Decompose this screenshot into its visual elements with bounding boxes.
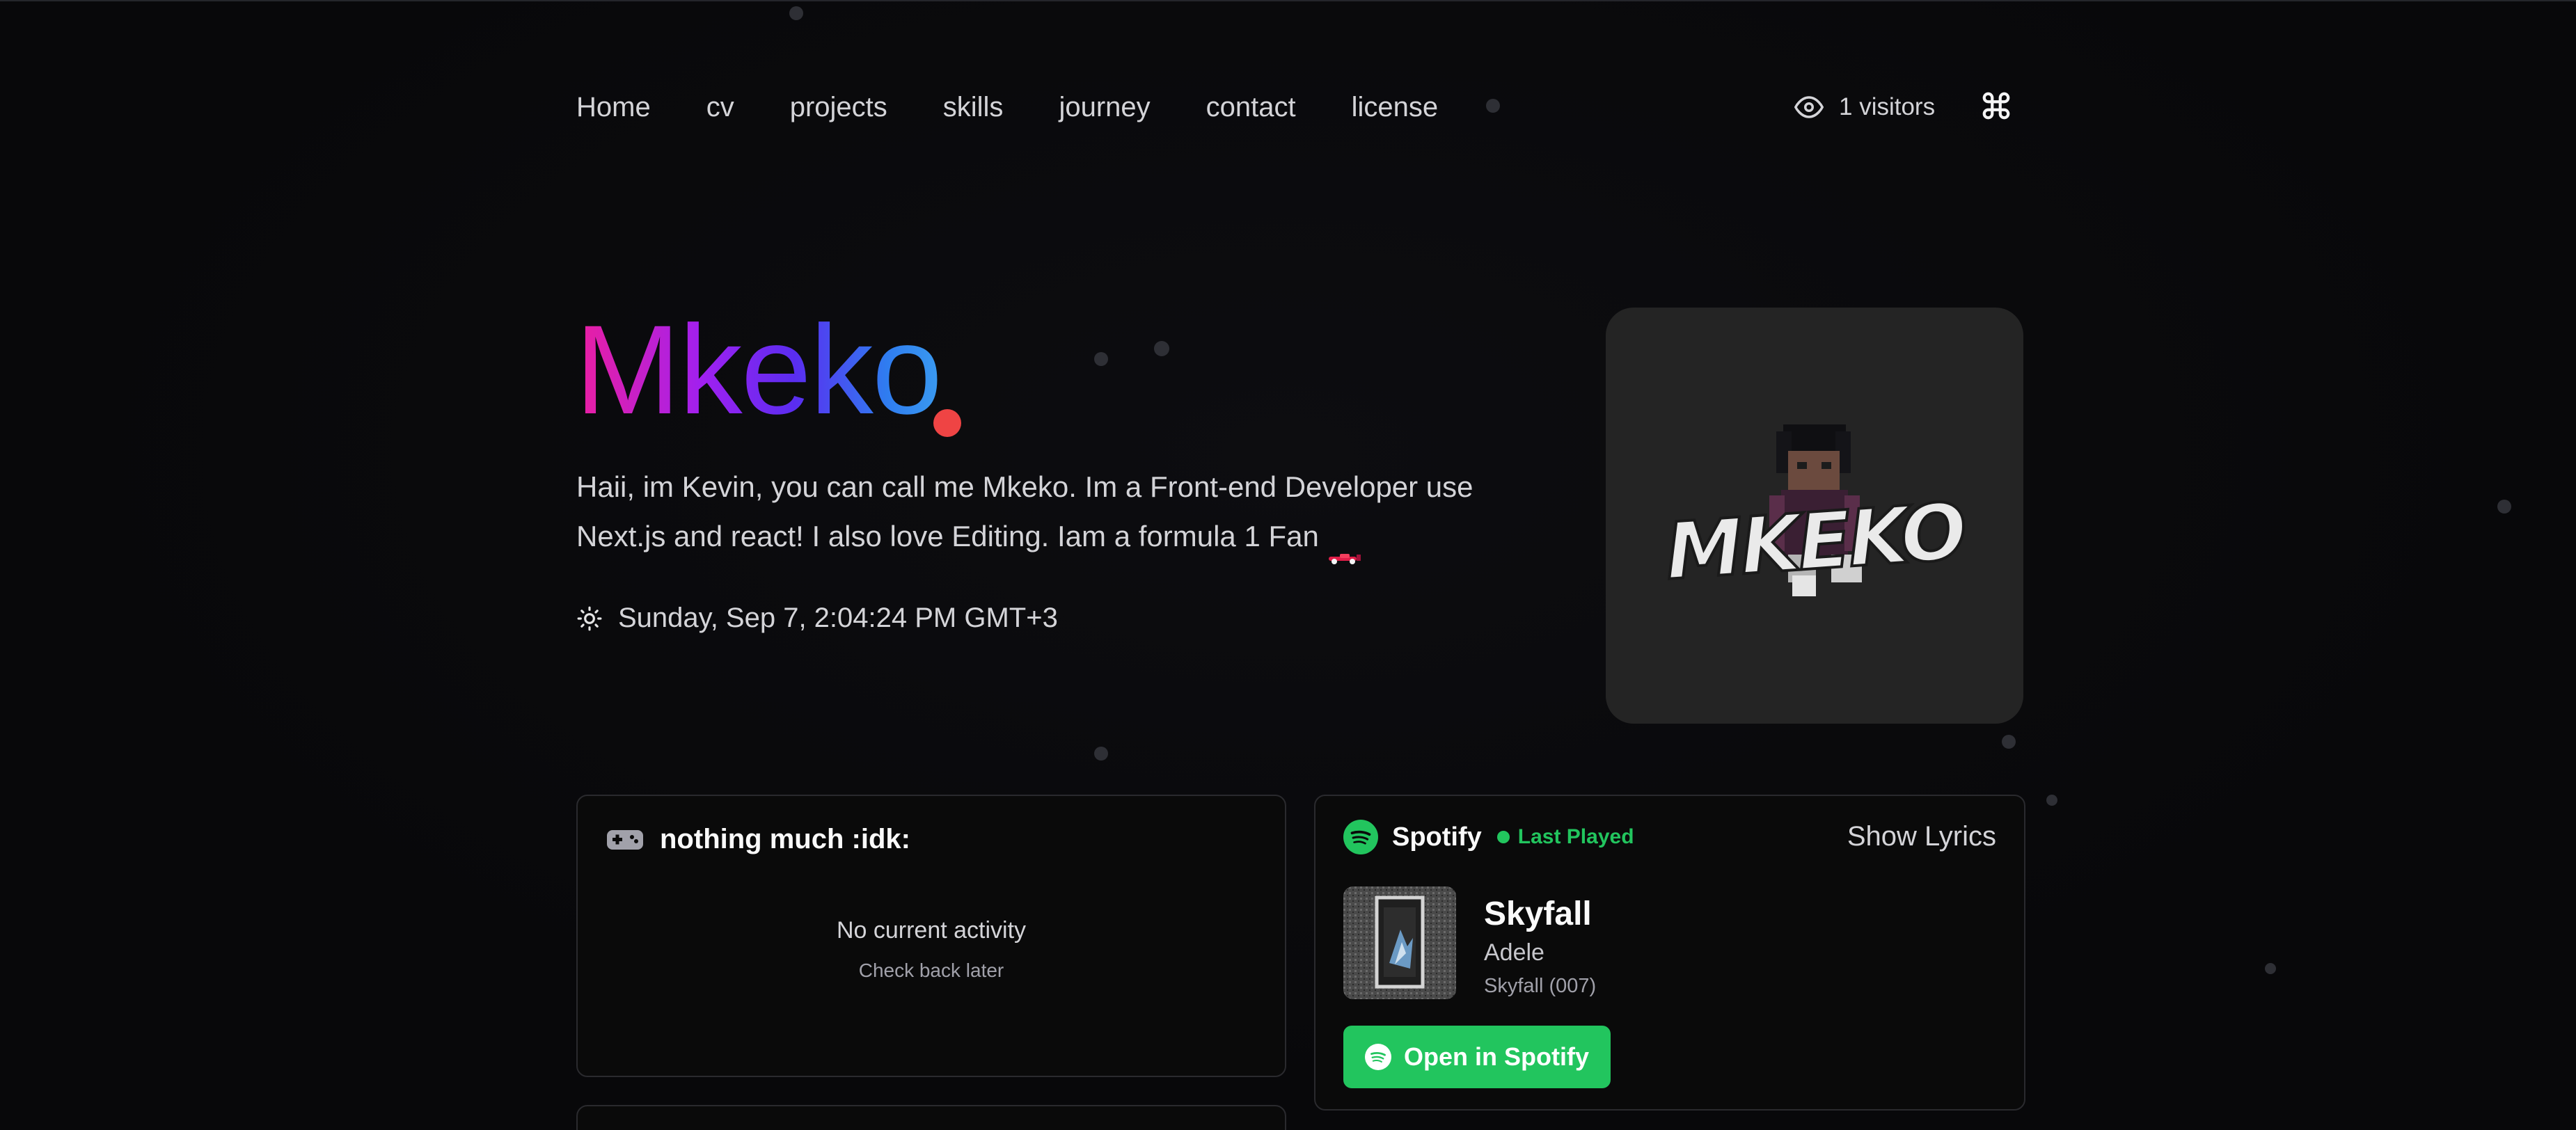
activity-empty-title: No current activity xyxy=(836,917,1027,944)
track-info: Skyfall Adele Skyfall (007) xyxy=(1484,895,1596,998)
spotify-header: Spotify Last Played xyxy=(1343,820,1634,854)
open-in-spotify-button[interactable]: Open in Spotify xyxy=(1343,1026,1611,1088)
nav-cv[interactable]: cv xyxy=(706,92,734,123)
command-menu-button[interactable] xyxy=(1975,83,2017,128)
racing-car-icon xyxy=(1326,530,1362,564)
avatar: MKEKO xyxy=(1606,308,2023,724)
album-name: Skyfall (007) xyxy=(1484,975,1597,997)
nav-journey[interactable]: journey xyxy=(1059,92,1150,123)
artist-name: Adele xyxy=(1484,939,1544,966)
spotify-status-badge: Last Played xyxy=(1517,825,1634,848)
background-dot xyxy=(789,6,803,20)
open-in-spotify-label: Open in Spotify xyxy=(1404,1042,1589,1071)
spotify-label: Spotify xyxy=(1392,822,1482,852)
album-art-image xyxy=(1343,886,1456,999)
spotify-icon xyxy=(1365,1044,1391,1070)
nav-license[interactable]: license xyxy=(1352,92,1439,123)
background-dot xyxy=(2265,963,2276,974)
svg-text:MKEKO: MKEKO xyxy=(1663,486,1968,598)
spotify-icon xyxy=(1343,820,1378,854)
background-dot xyxy=(2497,500,2511,514)
spotify-card: Spotify Last Played Show Lyrics Skyfall … xyxy=(1314,795,2025,1111)
nav-projects[interactable]: projects xyxy=(790,92,887,123)
sun-icon xyxy=(577,606,602,630)
nav-contact[interactable]: contact xyxy=(1206,92,1296,123)
command-icon xyxy=(1982,92,2010,120)
background-dot xyxy=(1486,99,1500,113)
activity-card: nothing much :idk: No current activity C… xyxy=(576,795,1286,1077)
background-dot xyxy=(1154,341,1169,356)
album-cover xyxy=(1343,886,1456,999)
background-dot xyxy=(1094,352,1108,366)
avatar-logo-image: MKEKO xyxy=(1661,424,1969,599)
activity-empty-subtitle: Check back later xyxy=(858,960,1004,981)
top-border xyxy=(0,0,2576,1)
datetime-label: Sunday, Sep 7, 2:04:24 PM GMT+3 xyxy=(618,603,1058,633)
eye-icon xyxy=(1794,96,1824,118)
main-nav: Home cv projects skills journey contact … xyxy=(576,86,1438,128)
status-dot xyxy=(1496,831,1510,843)
bio-text: Haii, im Kevin, you can call me Mkeko. I… xyxy=(576,462,1551,564)
background-dot xyxy=(1094,747,1108,761)
visitor-counter: 1 visitors xyxy=(1794,88,1935,127)
activity-title: nothing much :idk: xyxy=(660,824,910,854)
next-card xyxy=(576,1105,1286,1130)
background-dot xyxy=(2046,795,2057,806)
background-dot xyxy=(2002,735,2016,749)
visitor-count-label: 1 visitors xyxy=(1839,93,1936,120)
activity-header: nothing much :idk: xyxy=(606,824,910,855)
show-lyrics-button[interactable]: Show Lyrics xyxy=(1847,821,1996,852)
nav-home[interactable]: Home xyxy=(576,92,651,123)
brand-dot xyxy=(933,409,961,437)
gamepad-icon xyxy=(607,829,643,850)
nav-skills[interactable]: skills xyxy=(943,92,1004,123)
page: Home cv projects skills journey contact … xyxy=(0,0,2576,1130)
brand-title: Mkeko xyxy=(575,299,942,440)
song-title: Skyfall xyxy=(1484,896,1592,932)
activity-empty-state: No current activity Check back later xyxy=(578,917,1285,982)
local-datetime: Sunday, Sep 7, 2:04:24 PM GMT+3 xyxy=(576,603,1058,634)
